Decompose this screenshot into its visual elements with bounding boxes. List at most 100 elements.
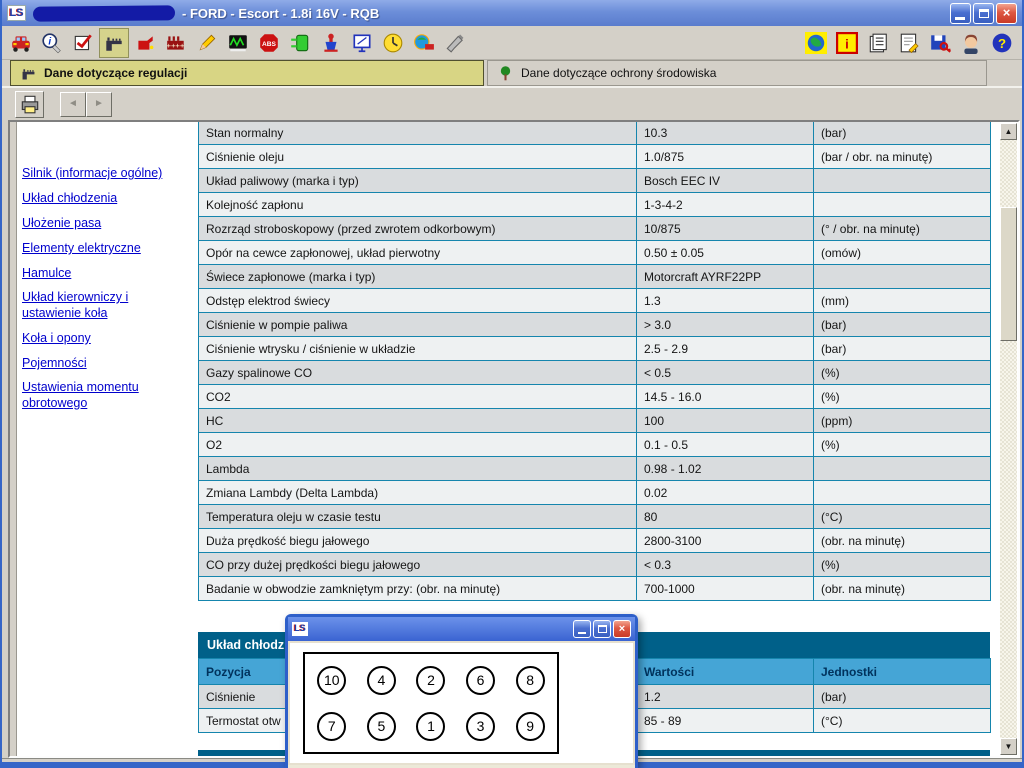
tree-icon <box>497 65 514 82</box>
tab-environment-data[interactable]: Dane dotyczące ochrony środowiska <box>487 60 987 86</box>
checklist-button[interactable] <box>68 28 98 58</box>
oscilloscope-button[interactable] <box>223 28 253 58</box>
popup-body: 104268 75139 <box>288 641 635 765</box>
spray-gun-button[interactable] <box>440 28 470 58</box>
spray-gun-icon <box>443 32 467 54</box>
cylinder-number: 1 <box>416 712 445 741</box>
cylinder-number: 8 <box>516 666 545 695</box>
specification-row: Opór na cewce zapłonowej, układ pierwotn… <box>199 241 991 265</box>
sidebar-link[interactable]: Układ chłodzenia <box>22 190 117 206</box>
sidebar-link[interactable]: Układ kierowniczy i ustawienie koła <box>22 289 128 321</box>
sidebar-item: Pojemności <box>22 354 194 372</box>
print-button[interactable] <box>15 91 44 118</box>
popup-close-button[interactable]: × <box>613 620 631 638</box>
climate-button[interactable] <box>409 28 439 58</box>
spec-value: 1.0/875 <box>637 145 814 169</box>
forward-button[interactable]: ► <box>86 92 112 117</box>
spec-value: 0.98 - 1.02 <box>637 457 814 481</box>
svg-text:ABS: ABS <box>262 41 277 48</box>
globe-button[interactable] <box>801 28 831 58</box>
specifications-table: Stan normalny10.3(bar)Ciśnienie oleju1.0… <box>198 120 991 601</box>
car-button[interactable] <box>6 28 36 58</box>
popup-maximize-button[interactable] <box>593 620 611 638</box>
specification-row: Kolejność zapłonu1-3-4-2 <box>199 193 991 217</box>
shock-absorber-icon <box>319 32 343 54</box>
sidebar-link[interactable]: Ustawienia momentu obrotowego <box>22 379 139 411</box>
car-icon <box>9 32 33 54</box>
scrollbar-thumb[interactable] <box>1000 207 1017 341</box>
svg-text:++++: ++++ <box>166 40 184 49</box>
spec-name: Świece zapłonowe (marka i typ) <box>199 265 637 289</box>
help-icon: ? <box>990 32 1014 54</box>
window-title: - FORD - Escort - 1.8i 16V - RQB <box>182 6 379 21</box>
sidebar-item: Silnik (informacje ogólne) <box>22 164 194 182</box>
tab-regulation-data[interactable]: Dane dotyczące regulacji <box>10 60 484 86</box>
info-icon: i <box>835 32 859 54</box>
abs-icon: ABS <box>257 32 281 54</box>
restore-button[interactable] <box>973 3 994 24</box>
spec-unit: (°C) <box>814 505 991 529</box>
sidebar-item: Hamulce <box>22 264 194 282</box>
specification-row: CO214.5 - 16.0(%) <box>199 385 991 409</box>
sidebar-link[interactable]: Pojemności <box>22 355 87 371</box>
abs-button[interactable]: ABS <box>254 28 284 58</box>
spec-unit: (obr. na minutę) <box>814 529 991 553</box>
monitor-button[interactable] <box>347 28 377 58</box>
spec-value: 1-3-4-2 <box>637 193 814 217</box>
close-button[interactable]: × <box>996 3 1017 24</box>
person-button[interactable] <box>956 28 986 58</box>
minimize-button[interactable] <box>950 3 971 24</box>
save-key-button[interactable] <box>925 28 955 58</box>
oil-can-button[interactable] <box>130 28 160 58</box>
back-button[interactable]: ◄ <box>60 92 86 117</box>
spec-value: 85 - 89 <box>637 709 814 733</box>
popup-minimize-button[interactable] <box>573 620 591 638</box>
specification-row: HC100(ppm) <box>199 409 991 433</box>
spec-value: 80 <box>637 505 814 529</box>
sidebar-link[interactable]: Hamulce <box>22 265 71 281</box>
popup-title-bar[interactable]: LS × <box>288 617 635 641</box>
sidebar-link[interactable]: Elementy elektryczne <box>22 240 141 256</box>
sidebar-link[interactable]: Silnik (informacje ogólne) <box>22 165 162 181</box>
maximize-icon <box>598 625 607 633</box>
spec-unit <box>814 193 991 217</box>
spec-unit: (%) <box>814 553 991 577</box>
spec-unit: (mm) <box>814 289 991 313</box>
caliper-icon <box>20 65 37 82</box>
restore-icon <box>979 9 989 18</box>
spec-value: 10.3 <box>637 121 814 145</box>
vehicle-info-button[interactable]: i <box>37 28 67 58</box>
shock-absorber-button[interactable] <box>316 28 346 58</box>
spec-unit <box>814 169 991 193</box>
vertical-scrollbar[interactable]: ▲ ▼ <box>1000 123 1017 755</box>
cylinder-number: 9 <box>516 712 545 741</box>
gauge-button[interactable] <box>378 28 408 58</box>
scroll-up-button[interactable]: ▲ <box>1000 123 1017 140</box>
specification-row: Ciśnienie w pompie paliwa> 3.0(bar) <box>199 313 991 337</box>
info-button[interactable]: i <box>832 28 862 58</box>
printer-icon <box>17 93 42 115</box>
diagram-popup-window: LS × 104268 75139 <box>285 614 638 768</box>
engine-button[interactable]: ++++ <box>161 28 191 58</box>
notes-button[interactable] <box>894 28 924 58</box>
minimize-icon <box>955 17 965 20</box>
sidebar-link[interactable]: Ułożenie pasa <box>22 215 101 231</box>
spec-name: Stan normalny <box>199 121 637 145</box>
specification-row: Ciśnienie wtrysku / ciśnienie w układzie… <box>199 337 991 361</box>
spec-unit: (ppm) <box>814 409 991 433</box>
spec-value: Bosch EEC IV <box>637 169 814 193</box>
caliper-button[interactable] <box>99 28 129 58</box>
application-window: LS - FORD - Escort - 1.8i 16V - RQB × i+… <box>0 0 1024 768</box>
scroll-down-button[interactable]: ▼ <box>1000 738 1017 755</box>
specification-row: Świece zapłonowe (marka i typ)Motorcraft… <box>199 265 991 289</box>
help-button[interactable]: ? <box>987 28 1017 58</box>
pencil-button[interactable] <box>192 28 222 58</box>
spec-value: < 0.3 <box>637 553 814 577</box>
connector-button[interactable] <box>285 28 315 58</box>
spec-unit: (°C) <box>814 709 991 733</box>
spec-unit <box>814 457 991 481</box>
printer-icon <box>17 93 42 115</box>
documents-button[interactable] <box>863 28 893 58</box>
specification-row: Rozrząd stroboskopowy (przed zwrotem odk… <box>199 217 991 241</box>
sidebar-link[interactable]: Koła i opony <box>22 330 91 346</box>
